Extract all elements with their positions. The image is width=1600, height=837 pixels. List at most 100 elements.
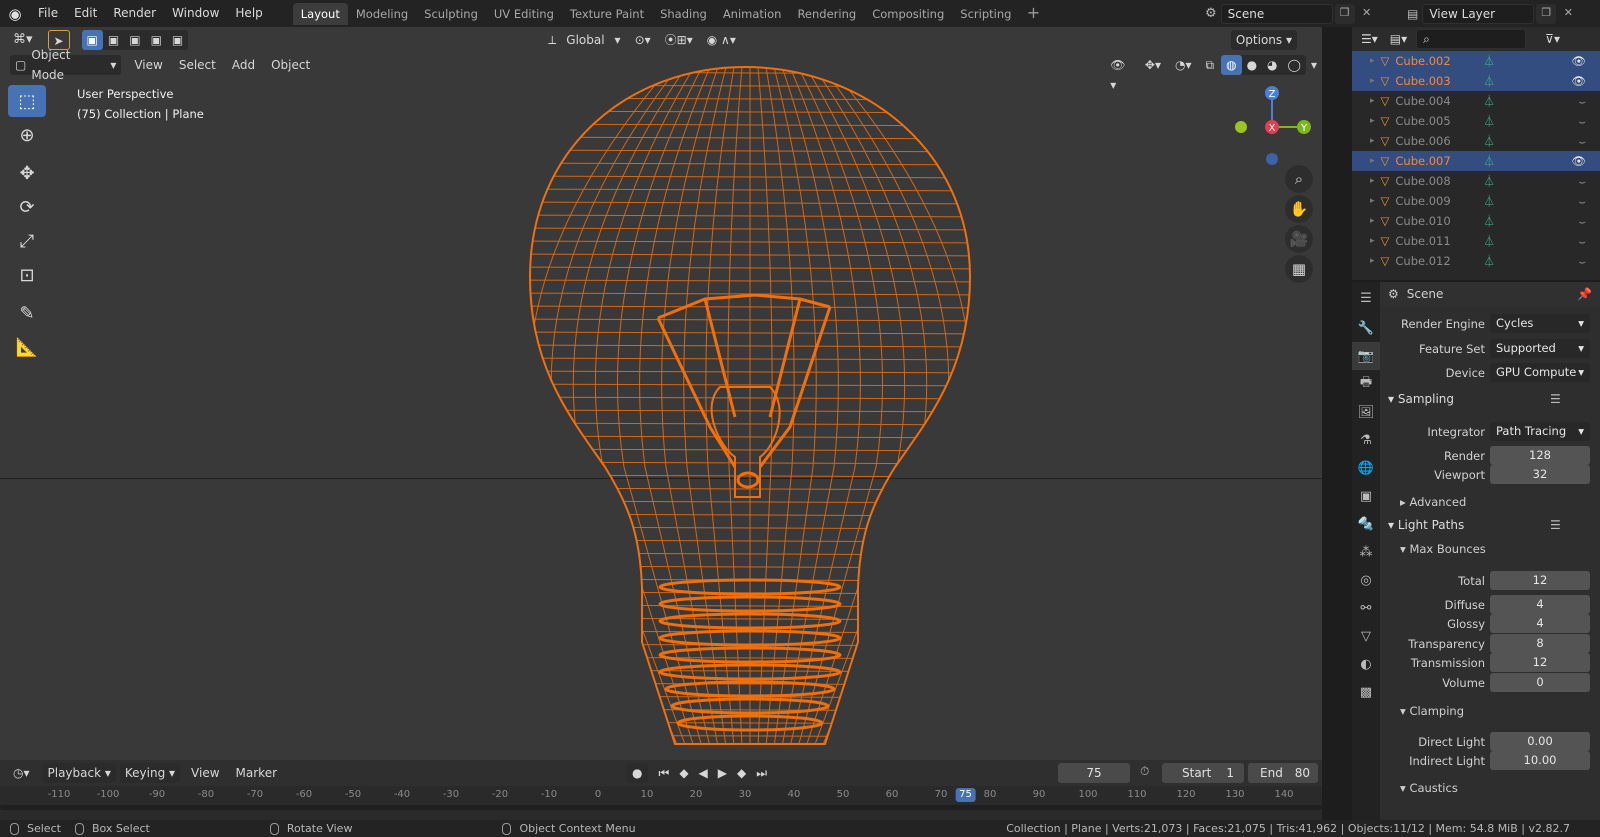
outliner-object-name[interactable]: Cube.005 [1395,114,1465,128]
outliner-row[interactable]: ▸ ▽ Cube.002 ⏃ 👁 [1352,51,1600,71]
cursor-tool-icon[interactable]: ⊕ [8,119,46,151]
mesh-data-icon[interactable]: ⏃ [1483,253,1495,269]
tab-shading[interactable]: Shading [652,3,715,25]
select-invert-icon[interactable]: ▣ [146,30,167,50]
integrator-dropdown[interactable]: Path Tracing ▾ [1490,422,1590,441]
indirect-light-field[interactable]: 10.00 [1490,751,1590,770]
visibility-eye-icon[interactable]: ⌣ [1578,94,1586,109]
data-tab-icon[interactable]: ▽ [1352,622,1380,650]
3d-viewport[interactable]: ⌘▾ ➤ ▣ ▣ ▣ ▣ ▣ ⟂ Global ▾ ⊙▾ ⦿⊞▾ ◉ ∧▾ Op… [0,27,1322,760]
select-intersect-icon[interactable]: ▣ [167,30,188,50]
tab-uv-editing[interactable]: UV Editing [486,3,562,25]
mesh-data-icon[interactable]: ⏃ [1483,53,1495,69]
outliner-object-name[interactable]: Cube.009 [1395,194,1465,208]
options-dropdown[interactable]: Options ▾ [1230,30,1297,50]
visibility-eye-icon[interactable]: ⌣ [1578,254,1586,269]
render-tab-icon[interactable]: 📷 [1352,342,1380,370]
stopwatch-icon[interactable]: ⏱ [1140,764,1149,779]
material-shading-icon[interactable]: ◕ [1262,55,1282,75]
view-layer-field[interactable]: View Layer [1422,3,1535,24]
constraints-tab-icon[interactable]: ⚯ [1352,594,1380,622]
mesh-data-icon[interactable]: ⏃ [1483,173,1495,189]
play-reverse-icon[interactable]: ◀ [694,763,713,783]
light-paths-panel-header[interactable]: ▾ Light Paths [1388,518,1464,532]
mesh-data-icon[interactable]: ⏃ [1483,213,1495,229]
add-workspace-button[interactable]: + [1023,3,1043,24]
object-tab-icon[interactable]: ▣ [1352,482,1380,510]
tool-tab-icon[interactable]: 🔧 [1352,314,1380,342]
expand-arrow-icon[interactable]: ▸ [1370,156,1375,166]
properties-editor-icon[interactable]: ☰ [1352,282,1380,314]
device-dropdown[interactable]: GPU Compute ▾ [1490,363,1590,382]
view-layer-icon[interactable]: ▤ [1407,7,1418,21]
tab-scripting[interactable]: Scripting [952,3,1019,25]
outliner-row[interactable]: ▸ ▽ Cube.003 ⏃ 👁 [1352,71,1600,91]
transform-orientation[interactable]: ⟂ Global ▾ [543,30,625,50]
measure-tool-icon[interactable]: 📐 [8,331,46,363]
jump-end-icon[interactable]: ⏭ [751,763,772,783]
expand-arrow-icon[interactable]: ▸ [1370,216,1375,226]
tab-rendering[interactable]: Rendering [789,3,864,25]
outliner-object-name[interactable]: Cube.008 [1395,174,1465,188]
zoom-icon[interactable]: ⌕ [1285,165,1313,193]
mesh-data-icon[interactable]: ⏃ [1483,153,1495,169]
scene-field[interactable]: Scene [1220,3,1333,24]
render-samples-field[interactable]: 128 [1490,446,1590,465]
modifier-tab-icon[interactable]: 🔩 [1352,510,1380,538]
clamping-subpanel[interactable]: ▾ Clamping [1400,704,1464,718]
outliner-row[interactable]: ▸ ▽ Cube.007 ⏃ 👁 [1352,151,1600,171]
menu-help[interactable]: Help [227,0,270,27]
physics-tab-icon[interactable]: ◎ [1352,566,1380,594]
perspective-grid-icon[interactable]: ▦ [1285,255,1313,283]
render-engine-dropdown[interactable]: Cycles ▾ [1490,314,1590,333]
outliner-object-name[interactable]: Cube.003 [1395,74,1465,88]
xray-icon[interactable]: ⧉ [1201,55,1220,75]
outliner-search-input[interactable]: ⌕ [1416,29,1527,49]
outliner-object-name[interactable]: Cube.007 [1395,154,1465,168]
material-tab-icon[interactable]: ◐ [1352,650,1380,678]
menu-file[interactable]: File [30,0,66,27]
proportional-edit-icon[interactable]: ◉ ∧▾ [702,30,741,50]
expand-arrow-icon[interactable]: ▸ [1370,56,1375,66]
pin-icon[interactable]: 📌 [1577,287,1592,301]
tab-texture-paint[interactable]: Texture Paint [562,3,652,25]
texture-tab-icon[interactable]: ▩ [1352,678,1380,706]
tab-compositing[interactable]: Compositing [864,3,952,25]
visibility-eye-icon[interactable]: 👁 [1571,154,1586,168]
visibility-icon[interactable]: 👁▾ [1105,55,1136,92]
visibility-eye-icon[interactable]: ⌣ [1578,114,1586,129]
new-scene-icon[interactable]: ❐ [1334,3,1355,24]
outliner-object-name[interactable]: Cube.004 [1395,94,1465,108]
expand-arrow-icon[interactable]: ▸ [1370,116,1375,126]
start-frame-field[interactable]: Start 1 [1162,763,1244,783]
mesh-data-icon[interactable]: ⏃ [1483,113,1495,129]
timeline-scrollbar[interactable] [0,805,1322,810]
transparency-field[interactable]: 8 [1490,634,1590,653]
pan-hand-icon[interactable]: ✋ [1285,195,1313,223]
outliner-object-name[interactable]: Cube.010 [1395,214,1465,228]
menu-render[interactable]: Render [105,0,164,27]
outliner-object-name[interactable]: Cube.006 [1395,134,1465,148]
rendered-shading-icon[interactable]: ◯ [1283,55,1306,75]
glossy-field[interactable]: 4 [1490,614,1590,633]
mesh-data-icon[interactable]: ⏃ [1483,193,1495,209]
visibility-eye-icon[interactable]: 👁 [1571,74,1586,88]
visibility-eye-icon[interactable]: ⌣ [1578,134,1586,149]
volume-field[interactable]: 0 [1490,673,1590,692]
viewport-samples-field[interactable]: 32 [1490,465,1590,484]
outliner-row[interactable]: ▸ ▽ Cube.009 ⏃ ⌣ [1352,191,1600,211]
output-tab-icon[interactable]: 🖶 [1352,370,1380,398]
view-layer-tab-icon[interactable]: 🖼 [1352,398,1380,426]
rotate-tool-icon[interactable]: ⟳ [8,191,46,223]
mesh-data-icon[interactable]: ⏃ [1483,133,1495,149]
scene-icon[interactable]: ⚙ [1205,6,1217,21]
select-extend-icon[interactable]: ▣ [103,30,124,50]
delete-scene-icon[interactable]: ✕ [1357,4,1377,24]
preset-list-icon[interactable]: ☰ [1550,518,1561,532]
gizmo-neg-y-axis[interactable] [1235,121,1247,133]
caustics-subpanel[interactable]: ▾ Caustics [1400,781,1458,795]
camera-icon[interactable]: 🎥 [1285,225,1313,253]
outliner-row[interactable]: ▸ ▽ Cube.008 ⏃ ⌣ [1352,171,1600,191]
max-bounces-subpanel[interactable]: ▾ Max Bounces [1400,542,1486,556]
transform-tool-icon[interactable]: ⊡ [8,259,46,291]
